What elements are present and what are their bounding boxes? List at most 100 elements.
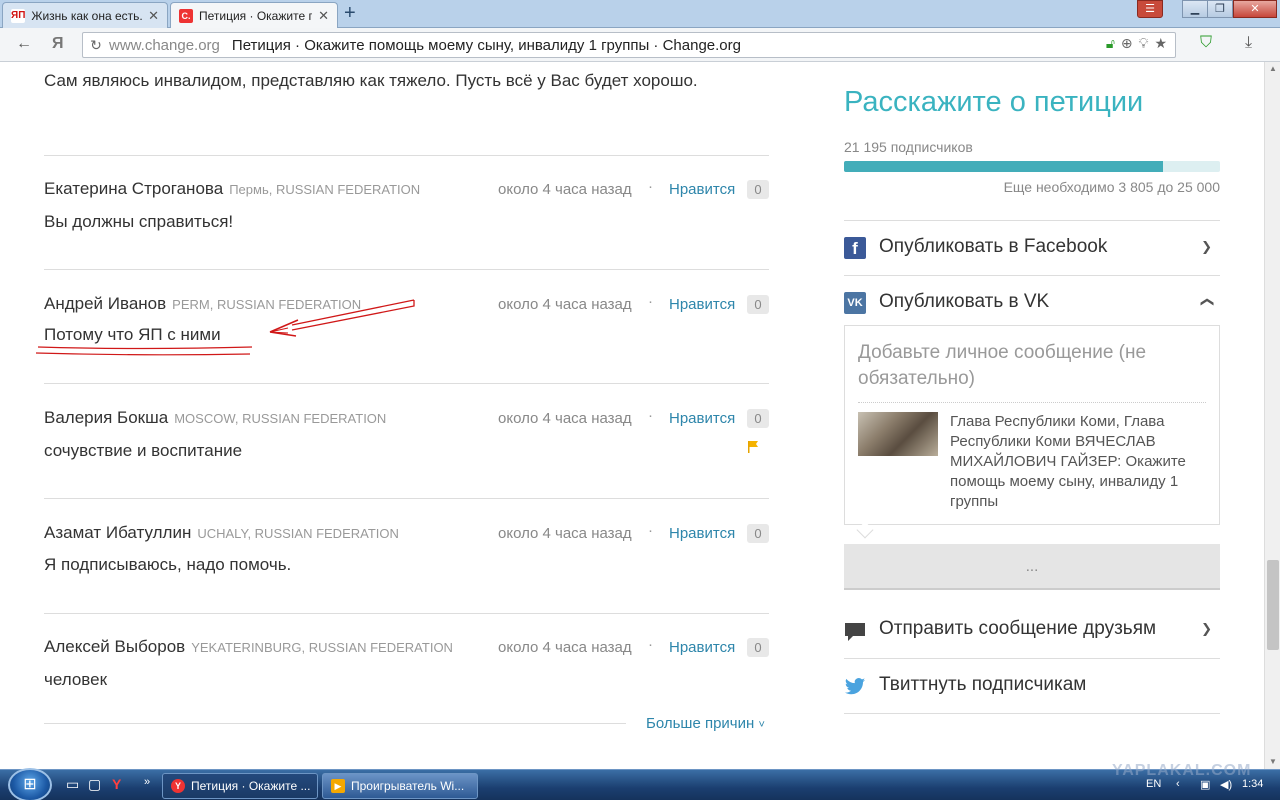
yandex-browser-icon[interactable]: Y	[112, 776, 121, 792]
downloads-icon[interactable]: ⤓	[1245, 34, 1252, 52]
signature-count: 21 195 подписчиков	[844, 139, 973, 155]
comment-text: сочувствие и воспитание	[44, 441, 243, 460]
url-page-title: Петиция · Окажите помощь моему сыну, инв…	[231, 36, 741, 54]
message-friends-label: Отправить сообщение друзьям	[879, 618, 1157, 639]
windows-taskbar: ⊞ ▭ ▢ Y » Y Петиция · Окажите ... ▶ Прои…	[0, 762, 1280, 800]
chevron-down-icon: ˅	[758, 719, 765, 731]
share-facebook-row[interactable]: f Опубликовать в Facebook ❯	[844, 220, 1220, 275]
like-count: 0	[747, 295, 769, 314]
facebook-icon: f	[844, 237, 866, 259]
network-icon[interactable]: ▣	[1200, 778, 1210, 791]
share-vk-row[interactable]: VK Опубликовать в VK ❯	[844, 275, 1220, 330]
separator-dot: ·	[648, 636, 653, 653]
volume-icon[interactable]: ◀)	[1220, 778, 1232, 791]
show-desktop-icon[interactable]: ▭	[66, 776, 79, 793]
monitor-icon[interactable]: ▢	[88, 776, 101, 793]
divider	[44, 498, 769, 499]
share-title: Расскажите о петиции	[844, 86, 1144, 118]
tray-expand-icon[interactable]: ‹	[1176, 778, 1180, 790]
share-vk-label: Опубликовать в VK	[879, 291, 1050, 312]
divider	[844, 713, 1220, 714]
like-link[interactable]: Нравится	[669, 296, 735, 313]
new-tab-icon[interactable]: +	[344, 3, 356, 23]
vk-publish-button[interactable]: ...	[844, 544, 1220, 590]
close-tab-icon[interactable]: ✕	[318, 8, 329, 24]
back-arrow-icon[interactable]: ←	[16, 34, 32, 54]
protect-shield-icon[interactable]: ⛉	[1200, 34, 1212, 52]
petition-thumbnail-image	[858, 412, 938, 456]
tab-petition[interactable]: С. Петиция · Окажите по ✕	[170, 2, 338, 28]
url-domain: www.change.org	[109, 36, 220, 54]
red-annotation-arrow	[35, 299, 415, 356]
vk-share-panel: Добавьте личное сообщение (не обязательн…	[844, 325, 1220, 525]
close-tab-icon[interactable]: ✕	[148, 8, 159, 24]
language-indicator[interactable]: EN	[1146, 778, 1161, 790]
like-link[interactable]: Нравится	[669, 525, 735, 542]
commenter-location: MOSCOW, RUSSIAN FEDERATION	[174, 411, 387, 426]
divider	[858, 402, 1206, 403]
address-bar[interactable]: ↻ www.change.org Петиция · Окажите помощ…	[82, 32, 1176, 58]
comment-item: Екатерина Строганова Пермь, RUSSIAN FEDER…	[44, 177, 769, 247]
like-link[interactable]: Нравится	[669, 639, 735, 656]
divider	[44, 723, 626, 724]
tab-bar: ЯП Жизнь как она есть... ✕ С. Петиция · …	[0, 0, 1280, 28]
bookmark-star-icon[interactable]: ★	[1154, 35, 1167, 52]
reload-icon[interactable]: ↻	[83, 37, 109, 54]
chevron-down-icon: ❯	[1201, 239, 1212, 254]
message-friends-row[interactable]: Отправить сообщение друзьям ❯	[844, 603, 1220, 658]
restore-icon[interactable]: ❐	[1207, 0, 1233, 18]
commenter-name: Валерия Бокша MOSCOW, RUSSIAN FEDERATION	[44, 408, 387, 427]
bulb-icon[interactable]: 💡︎	[1139, 35, 1149, 52]
browser-icon: Y	[171, 779, 185, 793]
commenter-location: UCHALY, RUSSIAN FEDERATION	[197, 526, 399, 541]
vk-message-input[interactable]: Добавьте личное сообщение (не обязательн…	[858, 340, 1198, 392]
report-flag-icon[interactable]	[746, 440, 760, 454]
like-count: 0	[747, 638, 769, 657]
like-link[interactable]: Нравится	[669, 181, 735, 198]
like-link[interactable]: Нравится	[669, 410, 735, 427]
chevron-down-icon: ❯	[1201, 621, 1212, 636]
start-button[interactable]: ⊞	[8, 768, 52, 800]
taskbar-item-browser[interactable]: Y Петиция · Окажите ...	[162, 773, 318, 799]
separator-dot: ·	[648, 178, 653, 195]
progress-fill	[844, 161, 1163, 172]
tab-title: Жизнь как она есть...	[31, 8, 143, 23]
scroll-up-icon[interactable]: ▲	[1265, 62, 1280, 76]
like-count: 0	[747, 524, 769, 543]
comment-item: Валерия Бокша MOSCOW, RUSSIAN FEDERATION …	[44, 406, 769, 476]
lock-icon[interactable]: 🔓︎	[1106, 35, 1115, 52]
comment-time: около 4 часа назад	[498, 639, 632, 656]
divider	[44, 613, 769, 614]
tab-yaplakal[interactable]: ЯП Жизнь как она есть... ✕	[2, 2, 168, 28]
divider	[44, 155, 769, 156]
change-org-favicon-icon: С.	[179, 8, 193, 23]
minimize-icon[interactable]: ▁	[1182, 0, 1208, 18]
browser-menu-icon[interactable]: ☰	[1137, 0, 1163, 18]
zoom-icon[interactable]: ⊕	[1121, 35, 1133, 52]
like-count: 0	[747, 409, 769, 428]
commenter-name: Екатерина Строганова Пермь, RUSSIAN FEDER…	[44, 179, 421, 198]
scroll-thumb[interactable]	[1267, 560, 1279, 650]
scroll-down-icon[interactable]: ▼	[1265, 755, 1280, 769]
divider	[44, 383, 769, 384]
close-window-icon[interactable]: ✕	[1233, 0, 1277, 18]
commenter-name: Азамат Ибатуллин UCHALY, RUSSIAN FEDERATI…	[44, 523, 399, 542]
comment-time: около 4 часа назад	[498, 410, 632, 427]
clock[interactable]: 1:34	[1242, 778, 1263, 790]
more-reasons-link[interactable]: Больше причин ˅	[646, 715, 765, 732]
comment-text: Сам являюсь инвалидом, представляю как т…	[44, 71, 698, 90]
taskbar-item-media-player[interactable]: ▶ Проигрыватель Wi...	[322, 773, 478, 799]
separator-dot: ·	[648, 293, 653, 310]
tweet-row[interactable]: Твиттнуть подписчикам	[844, 658, 1220, 713]
signature-progress-bar	[844, 161, 1220, 172]
tweet-label: Твиттнуть подписчикам	[879, 674, 1087, 695]
commenter-name: Алексей Выборов YEKATERINBURG, RUSSIAN FE…	[44, 637, 453, 656]
page-content: Сам являюсь инвалидом, представляю как т…	[0, 62, 1264, 769]
more-quicklaunch-icon[interactable]: »	[144, 776, 150, 788]
page-scrollbar[interactable]: ▲ ▼	[1264, 62, 1280, 769]
separator-dot: ·	[648, 522, 653, 539]
navigation-bar: ← Я ↻ www.change.org Петиция · Окажите п…	[0, 28, 1280, 62]
media-player-icon: ▶	[331, 779, 345, 793]
message-bubble-icon	[845, 623, 865, 641]
yandex-logo-icon[interactable]: Я	[52, 34, 64, 54]
